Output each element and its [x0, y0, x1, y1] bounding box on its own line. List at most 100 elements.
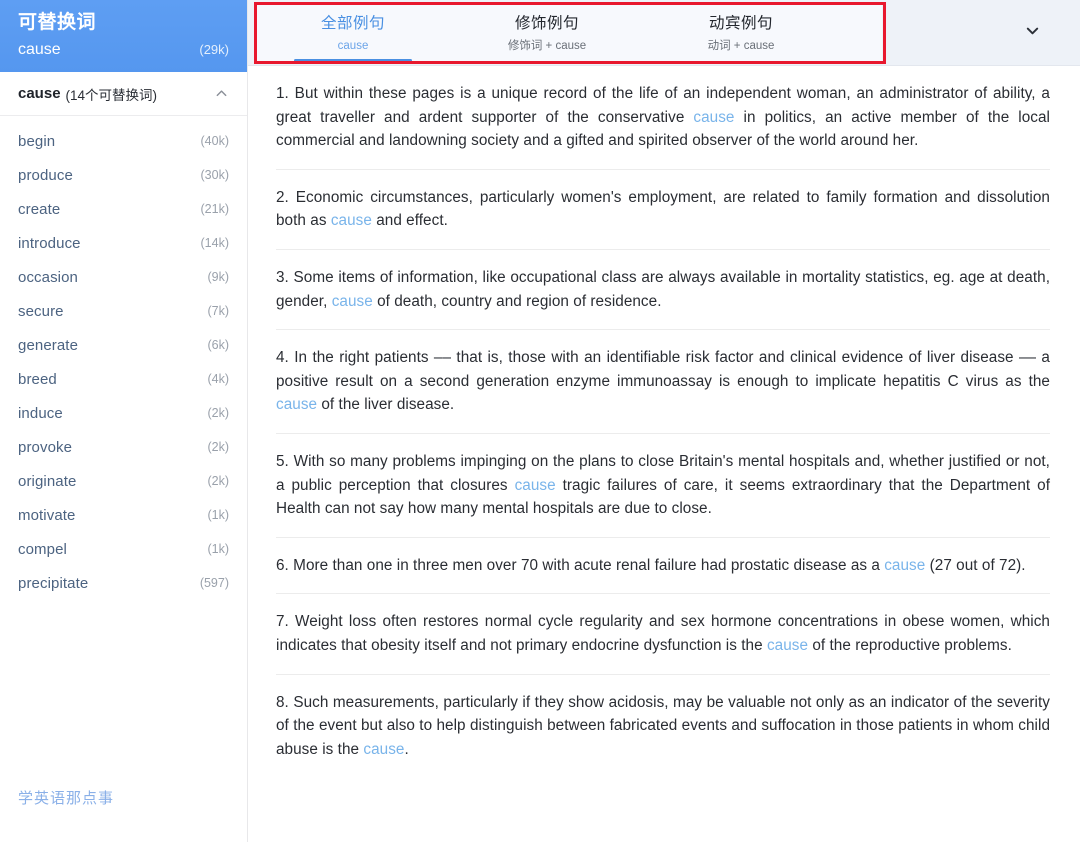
synonym-group-header[interactable]: cause (14个可替换词): [0, 72, 247, 116]
synonym-count: (6k): [207, 338, 229, 352]
sentence-text: 8. Such measurements, particularly if th…: [276, 691, 1050, 762]
sidebar-header-word: cause: [18, 41, 61, 58]
synonym-item-begin[interactable]: begin (40k): [0, 124, 247, 158]
highlighted-keyword[interactable]: cause: [767, 637, 808, 654]
synonym-count: (2k): [207, 406, 229, 420]
sentence-part: of the reproductive problems.: [808, 636, 1012, 654]
app-root: 可替换词 cause (29k) cause (14个可替换词) begin (…: [0, 0, 1080, 842]
tab-verb-object-examples[interactable]: 动宾例句 动词 + cause: [644, 4, 838, 62]
synonym-count: (7k): [207, 304, 229, 318]
sentence-part: and effect.: [371, 212, 448, 230]
sidebar-title: 可替换词: [18, 12, 97, 33]
synonym-count: (1k): [207, 508, 229, 522]
synonym-word: secure: [18, 302, 64, 320]
example-sentence-list: 1. But within these pages is a unique re…: [248, 66, 1080, 777]
highlighted-keyword[interactable]: cause: [693, 109, 734, 126]
synonym-word: produce: [18, 166, 73, 184]
sentence-text: 2. Economic circumstances, particularly …: [276, 186, 1050, 233]
highlighted-keyword[interactable]: cause: [884, 557, 925, 574]
synonym-word: introduce: [18, 234, 81, 252]
synonym-item-create[interactable]: create (21k): [0, 192, 247, 226]
tab-sublabel: cause: [337, 40, 369, 52]
highlighted-keyword[interactable]: cause: [363, 741, 404, 758]
tab-label: 修饰例句: [514, 15, 579, 32]
synonym-word: occasion: [18, 268, 79, 286]
sentence-part: (27 out of 72).: [925, 556, 1026, 574]
sentence-text: 6. More than one in three men over 70 wi…: [276, 554, 1050, 578]
tab-label: 动宾例句: [708, 15, 773, 32]
example-sentence: 2. Economic circumstances, particularly …: [276, 170, 1050, 250]
synonym-item-generate[interactable]: generate (6k): [0, 328, 247, 362]
synonym-word: create: [18, 200, 61, 218]
tab-all-examples[interactable]: 全部例句 cause: [256, 4, 450, 62]
synonym-item-occasion[interactable]: occasion (9k): [0, 260, 247, 294]
sentence-text: 7. Weight loss often restores normal cyc…: [276, 610, 1050, 657]
synonym-count: (1k): [207, 542, 229, 556]
tab-sublabel: 修饰词 + cause: [507, 40, 587, 52]
sidebar-header-count: (29k): [199, 42, 229, 57]
chevron-down-icon[interactable]: [1020, 18, 1044, 42]
synonym-word: precipitate: [18, 574, 89, 592]
example-sentence: 6. More than one in three men over 70 wi…: [276, 538, 1050, 595]
synonym-count: (597): [199, 576, 229, 590]
sidebar-header: 可替换词 cause (29k): [0, 0, 247, 72]
sentence-text: 3. Some items of information, like occup…: [276, 266, 1050, 313]
sidebar-header-word-row: cause (29k): [18, 39, 229, 61]
examples-panel: 全部例句 cause 修饰例句 修饰词 + cause 动宾例句 动词 + ca…: [248, 0, 1080, 842]
synonym-word: motivate: [18, 506, 76, 524]
highlighted-keyword[interactable]: cause: [332, 293, 373, 310]
tab-modifier-examples[interactable]: 修饰例句 修饰词 + cause: [450, 4, 644, 62]
synonym-word: breed: [18, 370, 57, 388]
synonym-count: (21k): [200, 202, 229, 216]
active-tab-underline: [294, 59, 412, 62]
synonym-item-produce[interactable]: produce (30k): [0, 158, 247, 192]
synonym-item-compel[interactable]: compel (1k): [0, 532, 247, 566]
synonym-group-word: cause: [18, 85, 61, 102]
synonym-count: (2k): [207, 440, 229, 454]
sentence-part: 6. More than one in three men over 70 wi…: [276, 556, 885, 574]
highlighted-keyword[interactable]: cause: [276, 396, 317, 413]
synonym-word: compel: [18, 540, 67, 558]
synonym-item-breed[interactable]: breed (4k): [0, 362, 247, 396]
example-sentence: 7. Weight loss often restores normal cyc…: [276, 594, 1050, 675]
synonym-word: provoke: [18, 438, 73, 456]
example-sentence: 5. With so many problems impinging on th…: [276, 434, 1050, 538]
chevron-up-icon[interactable]: [214, 86, 229, 101]
synonym-item-precipitate[interactable]: precipitate (597): [0, 566, 247, 600]
sentence-part: 4. In the right patients –– that is, tho…: [276, 349, 1050, 390]
sentence-text: 1. But within these pages is a unique re…: [276, 82, 1050, 153]
synonym-list: begin (40k) produce (30k) create (21k) i…: [0, 116, 247, 600]
synonym-word: induce: [18, 404, 63, 422]
example-sentence: 3. Some items of information, like occup…: [276, 250, 1050, 331]
synonym-count: (4k): [207, 372, 229, 386]
synonym-item-induce[interactable]: induce (2k): [0, 396, 247, 430]
synonym-item-motivate[interactable]: motivate (1k): [0, 498, 247, 532]
synonym-word: generate: [18, 336, 79, 354]
example-tabs: 全部例句 cause 修饰例句 修饰词 + cause 动宾例句 动词 + ca…: [256, 4, 882, 62]
sentence-part: .: [404, 740, 409, 758]
synonym-group-meta: (14个可替换词): [65, 87, 158, 103]
example-sentence: 1. But within these pages is a unique re…: [276, 66, 1050, 170]
synonym-word: begin: [18, 132, 56, 150]
synonym-count: (40k): [200, 134, 229, 148]
tab-sublabel: 动词 + cause: [707, 40, 775, 52]
synonym-item-provoke[interactable]: provoke (2k): [0, 430, 247, 464]
synonym-count: (14k): [200, 236, 229, 250]
tab-label: 全部例句: [320, 15, 385, 32]
synonym-item-introduce[interactable]: introduce (14k): [0, 226, 247, 260]
highlighted-keyword[interactable]: cause: [515, 477, 556, 494]
sentence-text: 5. With so many problems impinging on th…: [276, 450, 1050, 521]
sentence-part: of the liver disease.: [317, 396, 455, 414]
synonym-word: originate: [18, 472, 77, 490]
example-sentence: 8. Such measurements, particularly if th…: [276, 675, 1050, 778]
sentence-part: of death, country and region of residenc…: [372, 292, 662, 310]
synonym-item-originate[interactable]: originate (2k): [0, 464, 247, 498]
synonym-count: (30k): [200, 168, 229, 182]
example-sentence: 4. In the right patients –– that is, tho…: [276, 330, 1050, 434]
sentence-text: 4. In the right patients –– that is, tho…: [276, 346, 1050, 417]
synonym-count: (9k): [207, 270, 229, 284]
synonym-item-secure[interactable]: secure (7k): [0, 294, 247, 328]
highlighted-keyword[interactable]: cause: [331, 212, 372, 229]
tabbar-container: 全部例句 cause 修饰例句 修饰词 + cause 动宾例句 动词 + ca…: [248, 0, 1080, 66]
